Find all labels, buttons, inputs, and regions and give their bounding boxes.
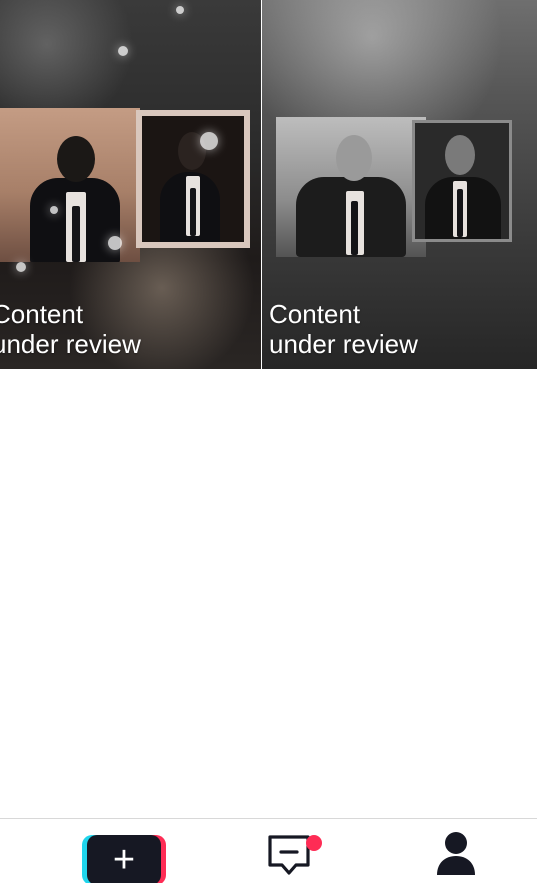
sparkle xyxy=(108,236,122,250)
person-head xyxy=(336,135,372,181)
content-under-review-label: Content under review xyxy=(0,299,141,359)
video-thumbnail-1-inset-image xyxy=(136,110,250,248)
sparkle xyxy=(118,46,128,56)
create-button[interactable]: + xyxy=(82,835,166,883)
tie xyxy=(72,206,80,262)
sparkle xyxy=(16,262,26,272)
sparkle xyxy=(200,132,218,150)
status-line-1: Content xyxy=(0,299,84,329)
person-head xyxy=(57,136,95,182)
bottom-navigation-bar: + xyxy=(0,818,537,883)
person-head-inset xyxy=(445,135,475,175)
status-line-2: under review xyxy=(269,329,418,359)
video-tile-1[interactable]: Content under review xyxy=(0,0,261,369)
profile-button[interactable] xyxy=(435,831,477,877)
sparkle xyxy=(176,6,184,14)
video-thumbnail-2-inset-image xyxy=(412,120,512,242)
video-grid: Content under review Content under revie… xyxy=(0,0,537,369)
sparkle xyxy=(50,206,58,214)
video-thumbnail-2-main-image xyxy=(276,117,426,257)
video-tile-2[interactable]: Content under review xyxy=(262,0,537,369)
tie xyxy=(351,201,358,255)
status-line-2: under review xyxy=(0,329,141,359)
person-icon xyxy=(437,832,475,875)
tie-inset xyxy=(190,188,196,236)
plus-icon: + xyxy=(112,839,136,881)
status-line-1: Content xyxy=(269,299,361,329)
profile-screen: Content under review Content under revie… xyxy=(0,0,537,883)
notification-badge xyxy=(306,835,322,851)
content-under-review-label: Content under review xyxy=(269,299,418,359)
inbox-button[interactable] xyxy=(266,831,322,879)
tie-inset xyxy=(457,189,463,237)
